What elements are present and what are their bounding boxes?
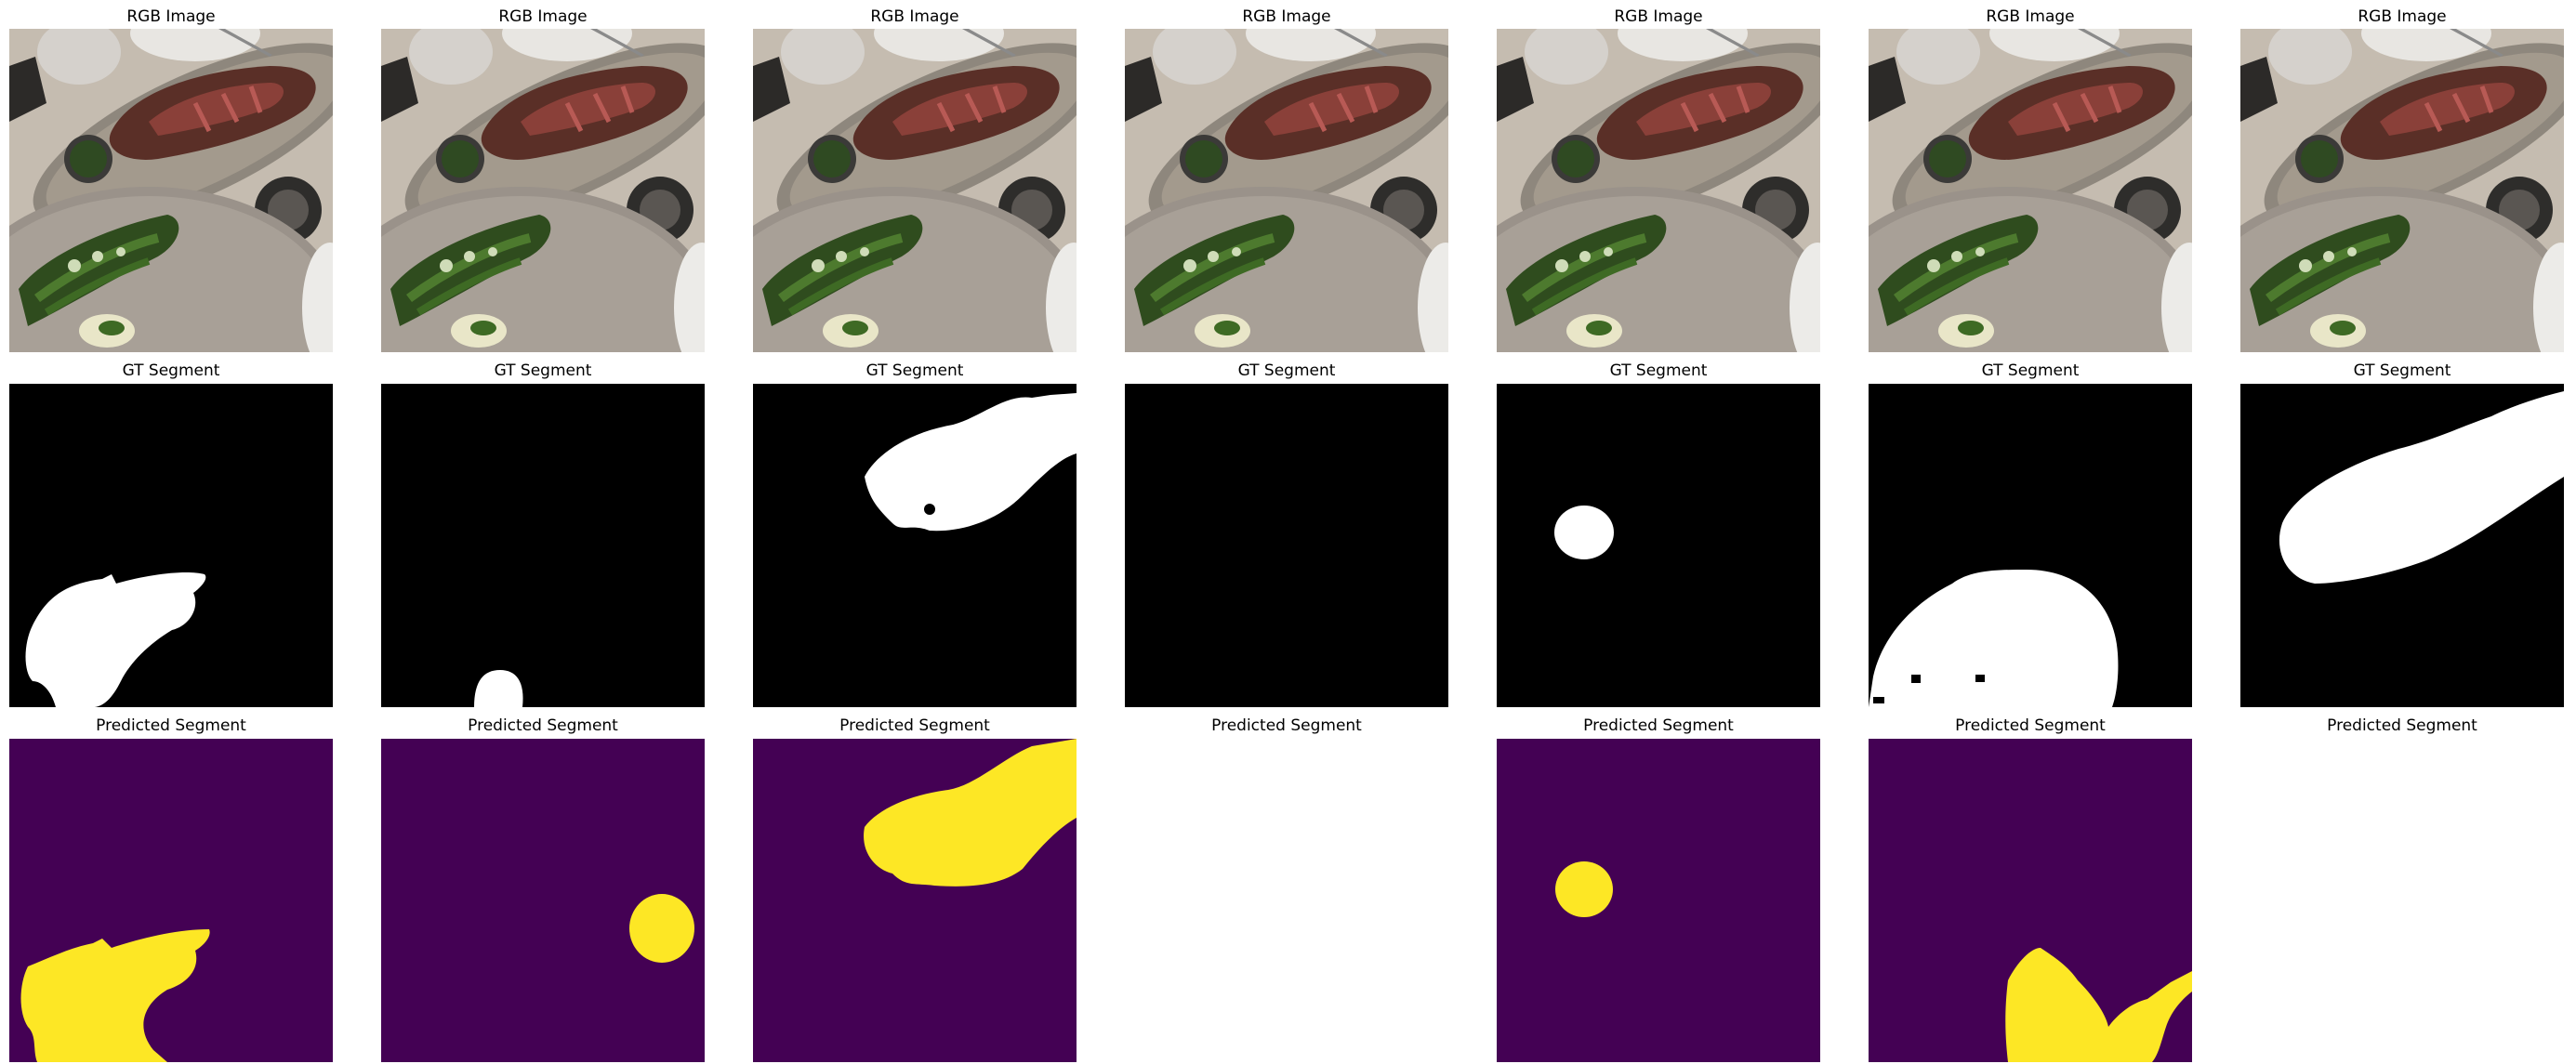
pred-title-6: Predicted Segment xyxy=(1955,716,2106,735)
rgb-image-1 xyxy=(9,29,333,352)
pred-title-1: Predicted Segment xyxy=(96,716,246,735)
rgb-image-4 xyxy=(1125,29,1448,352)
rgb-title-5: RGB Image xyxy=(1614,7,1703,26)
rgb-image-3 xyxy=(753,29,1077,352)
gt-mask-5 xyxy=(1497,384,1820,707)
pred-mask-5 xyxy=(1497,739,1820,1062)
gt-mask-3 xyxy=(753,384,1077,707)
gt-title-5: GT Segment xyxy=(1609,361,1708,380)
rgb-image-6 xyxy=(1869,29,2192,352)
rgb-title-1: RGB Image xyxy=(126,7,216,26)
gt-mask-7 xyxy=(2240,384,2564,707)
pred-mask-1 xyxy=(9,739,333,1062)
pred-title-4: Predicted Segment xyxy=(1211,716,1362,735)
gt-mask-6 xyxy=(1869,384,2192,707)
gt-title-2: GT Segment xyxy=(494,361,592,380)
pred-mask-2 xyxy=(381,739,705,1062)
rgb-image-7 xyxy=(2240,29,2564,352)
pred-mask-6 xyxy=(1869,739,2192,1062)
pred-title-5: Predicted Segment xyxy=(1583,716,1734,735)
rgb-title-3: RGB Image xyxy=(870,7,959,26)
gt-title-4: GT Segment xyxy=(1237,361,1336,380)
pred-title-7: Predicted Segment xyxy=(2327,716,2477,735)
gt-mask-2 xyxy=(381,384,705,707)
gt-title-6: GT Segment xyxy=(1981,361,2080,380)
gt-mask-1 xyxy=(9,384,333,707)
rgb-title-2: RGB Image xyxy=(498,7,588,26)
rgb-title-7: RGB Image xyxy=(2358,7,2447,26)
rgb-image-5 xyxy=(1497,29,1820,352)
pred-title-2: Predicted Segment xyxy=(468,716,618,735)
pred-mask-3 xyxy=(753,739,1077,1062)
gt-title-1: GT Segment xyxy=(122,361,220,380)
rgb-image-2 xyxy=(381,29,705,352)
pred-title-3: Predicted Segment xyxy=(839,716,990,735)
rgb-title-6: RGB Image xyxy=(1986,7,2075,26)
gt-mask-4 xyxy=(1125,384,1448,707)
gt-title-3: GT Segment xyxy=(865,361,964,380)
gt-title-7: GT Segment xyxy=(2353,361,2451,380)
rgb-title-4: RGB Image xyxy=(1242,7,1331,26)
